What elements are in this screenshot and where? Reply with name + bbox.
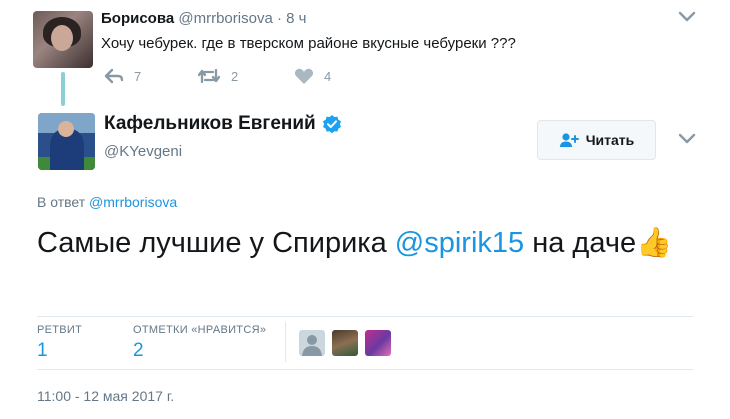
like-action[interactable]: 4 [294,68,331,85]
like-count: 4 [324,69,332,84]
spirik-mention-link[interactable]: @spirik15 [395,227,524,259]
main-author-row: Кафельников Евгений [104,113,342,135]
heart-icon [294,68,314,84]
main-tweet-text: Самые лучшие у Спирика @spirik15 на даче… [37,222,677,264]
add-user-icon [559,133,579,147]
retweets-value[interactable]: 1 [37,340,48,362]
likes-value[interactable]: 2 [133,340,144,362]
reply-count: 7 [134,68,142,84]
main-author-handle[interactable]: @KYevgeni [104,143,182,160]
liker-avatar-2[interactable] [332,330,358,356]
liker-avatar-3[interactable] [365,330,391,356]
retweet-count: 2 [231,68,239,84]
avatar-kafelnikov[interactable] [38,113,95,170]
thread-connector-line [61,72,65,106]
likes-label: ОТМЕТКИ «НРАВИТСЯ» [133,324,267,336]
avatar-borisova[interactable] [33,11,93,68]
tweet-text-part: Самые лучшие у Спирика [37,227,395,259]
tweet-timestamp[interactable]: 11:00 - 12 мая 2017 г. [37,388,174,404]
retweet-action[interactable]: 2 [197,68,238,84]
retweets-label: РЕТВИТ [37,324,83,336]
follow-button-label: Читать [585,132,635,148]
parent-tweet-text: Хочу чебурек. где в тверском районе вкус… [101,35,516,52]
parent-tweet-time[interactable]: 8 ч [286,10,306,27]
verified-icon [322,115,341,134]
reply-action[interactable]: 7 [104,68,141,84]
default-user-icon [302,335,322,356]
reply-prefix: В ответ [37,194,86,210]
chevron-down-icon[interactable] [677,10,697,24]
parent-tweet-dot: · [276,10,282,27]
reply-to-mention[interactable]: @mrrborisova [89,194,177,210]
stats-top-divider [37,316,693,317]
parent-author-handle[interactable]: @mrrborisova [178,10,272,27]
reply-icon [104,68,124,84]
liker-avatar-default[interactable] [299,330,325,356]
tweet-text-part: на даче [524,227,637,259]
chevron-down-icon[interactable] [677,132,697,146]
parent-author-name[interactable]: Борисова [101,10,174,27]
retweet-icon [197,68,221,84]
main-author-name[interactable]: Кафельников Евгений [104,113,316,135]
thumbs-up-emoji: 👍 [636,227,673,259]
stats-separator [285,322,286,362]
parent-tweet-header: Борисова @mrrborisova · 8 ч [101,10,306,27]
follow-button[interactable]: Читать [537,120,656,160]
stats-bottom-divider [37,369,693,370]
reply-context: В ответ @mrrborisova [37,194,177,210]
